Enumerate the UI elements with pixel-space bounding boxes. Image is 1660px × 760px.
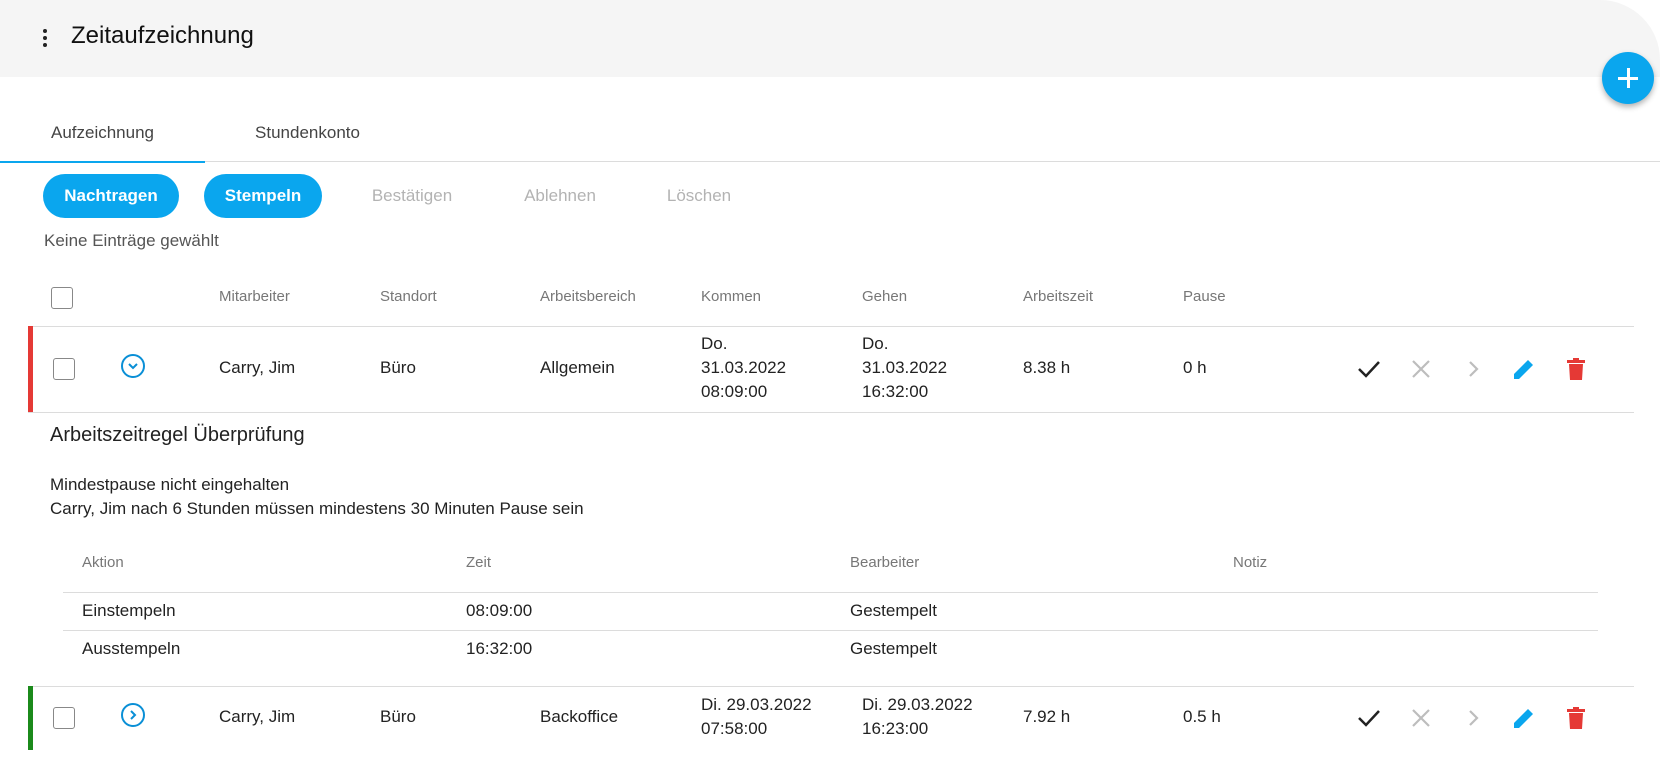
sub-aktion: Ausstempeln [82,639,181,658]
sub-zeit: 16:32:00 [466,639,533,658]
close-icon[interactable] [1407,704,1435,732]
chevron-right-icon[interactable] [1459,355,1487,383]
cell-pause: 0 h [1183,358,1207,377]
loeschen-button[interactable]: Löschen [651,174,747,218]
gehen-date: 31.03.2022 [862,358,948,377]
cell-pause: 0.5 h [1183,707,1221,726]
divider [28,326,1634,327]
cell-arbeitsbereich: Backoffice [540,707,619,726]
subcol-notiz: Notiz [1233,554,1268,571]
cell-standort: Büro [380,358,416,377]
rule-check-title: Arbeitszeitregel Überprüfung [50,424,305,446]
col-arbeitsbereich: Arbeitsbereich [540,288,636,305]
cell-gehen: Do. 31.03.2022 16:32:00 [862,332,947,404]
cell-mitarbeiter: Carry, Jim [219,707,296,726]
status-indicator [28,686,33,750]
cell-mitarbeiter: Carry, Jim [219,358,296,377]
subcol-aktion: Aktion [82,554,124,571]
gehen-time: 16:23:00 [862,719,929,738]
tab-stundenkonto[interactable]: Stundenkonto [205,104,410,161]
kommen-date: 31.03.2022 [701,358,787,377]
gehen-day: Do. [862,334,889,353]
close-icon[interactable] [1407,355,1435,383]
expand-collapse-icon[interactable] [121,703,145,727]
row-checkbox[interactable] [53,707,75,729]
cell-gehen: Di. 29.03.2022 16:23:00 [862,693,973,741]
col-kommen: Kommen [701,288,762,305]
kommen-time: 08:09:00 [701,382,768,401]
trash-icon[interactable] [1562,704,1590,732]
row-checkbox[interactable] [53,358,75,380]
cell-arbeitszeit: 7.92 h [1023,707,1071,726]
subcol-zeit: Zeit [466,554,492,571]
sub-bearbeiter: Gestempelt [850,601,937,620]
sub-bearbeiter: Gestempelt [850,639,937,658]
pencil-icon[interactable] [1510,704,1538,732]
col-gehen: Gehen [862,288,908,305]
add-entry-button[interactable] [1602,52,1654,104]
chevron-right-icon[interactable] [1459,704,1487,732]
nachtragen-button[interactable]: Nachtragen [43,174,179,218]
col-standort: Standort [380,288,437,305]
trash-icon[interactable] [1562,355,1590,383]
rule-detail: Carry, Jim nach 6 Stunden müssen mindest… [50,499,584,518]
cell-standort: Büro [380,707,416,726]
expand-collapse-icon[interactable] [121,354,145,378]
more-vert-icon[interactable] [38,26,52,50]
cell-kommen: Di. 29.03.2022 07:58:00 [701,693,812,741]
select-all-checkbox[interactable] [51,287,73,309]
rule-message: Mindestpause nicht eingehalten [50,475,290,494]
sub-aktion: Einstempeln [82,601,176,620]
status-indicator [28,326,33,412]
gehen-time: 16:32:00 [862,382,929,401]
subcol-bearbeiter: Bearbeiter [850,554,920,571]
divider [28,412,1634,413]
check-icon[interactable] [1355,704,1383,732]
divider [28,686,1634,687]
ablehnen-button[interactable]: Ablehnen [505,174,615,218]
stempeln-button[interactable]: Stempeln [204,174,322,218]
check-icon[interactable] [1355,355,1383,383]
selection-info: Keine Einträge gewählt [44,231,219,250]
app-header: Zeitaufzeichnung [0,0,1660,77]
kommen-time: 07:58:00 [701,719,768,738]
gehen-date: Di. 29.03.2022 [862,695,973,714]
tab-bar: Aufzeichnung Stundenkonto [0,104,1660,163]
cell-arbeitsbereich: Allgemein [540,358,615,377]
cell-kommen: Do. 31.03.2022 08:09:00 [701,332,786,404]
pencil-icon[interactable] [1510,355,1538,383]
cell-arbeitszeit: 8.38 h [1023,358,1071,377]
tab-aufzeichnung[interactable]: Aufzeichnung [0,104,205,163]
col-mitarbeiter: Mitarbeiter [219,288,290,305]
col-pause: Pause [1183,288,1226,305]
kommen-date: Di. 29.03.2022 [701,695,812,714]
divider [63,630,1598,631]
page-title: Zeitaufzeichnung [71,22,254,49]
bestaetigen-button[interactable]: Bestätigen [352,174,472,218]
kommen-day: Do. [701,334,728,353]
col-arbeitszeit: Arbeitszeit [1023,288,1094,305]
sub-zeit: 08:09:00 [466,601,533,620]
divider [63,592,1598,593]
